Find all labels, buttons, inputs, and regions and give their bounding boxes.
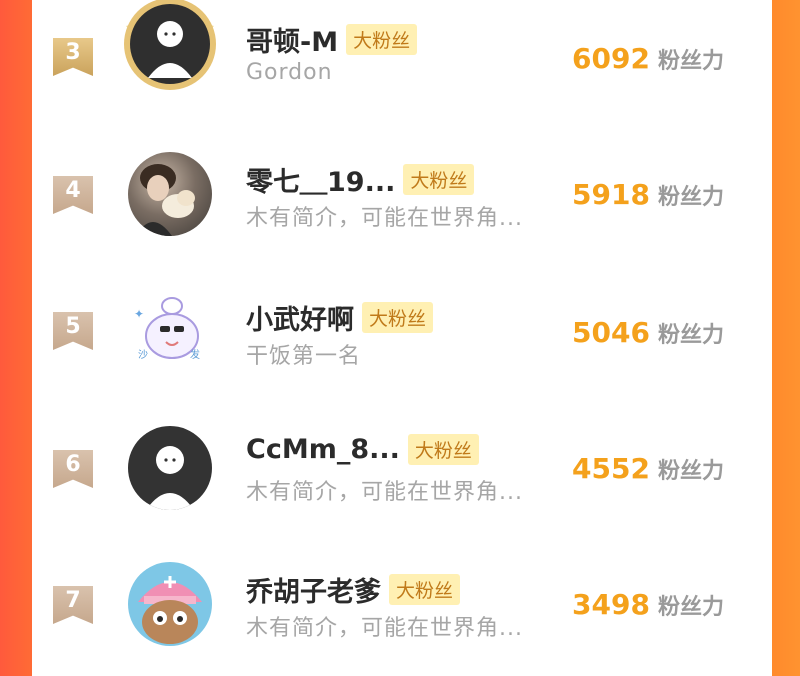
user-description: 干饭第一名	[246, 344, 362, 369]
fan-score: 5046 粉丝力	[572, 316, 724, 349]
medal-frame-icon	[124, 0, 216, 90]
default-avatar-icon	[146, 446, 194, 510]
user-description: 木有简介，可能在世界角...	[246, 206, 523, 231]
avatar[interactable]: 沙 发 ✦	[128, 288, 212, 372]
name-line: 零七＿19... 大粉丝	[246, 160, 475, 199]
rank-number: 7	[65, 588, 81, 613]
score-unit: 粉丝力	[657, 185, 724, 210]
score-unit: 粉丝力	[657, 459, 724, 484]
cartoon-avatar-icon: 沙 发 ✦	[134, 297, 200, 361]
fan-score: 4552 粉丝力	[572, 452, 724, 485]
user-name[interactable]: CcMm_8...	[246, 434, 400, 465]
chopper-avatar-icon	[138, 576, 202, 644]
leaderboard-row[interactable]: 6 CcMm_8... 大粉丝 木有简介，可能在世界角... 4552 粉丝力	[32, 404, 772, 540]
rank-ribbon: 6	[53, 450, 93, 488]
fan-level-badge: 大粉丝	[362, 302, 434, 333]
name-line: CcMm_8... 大粉丝	[246, 434, 479, 465]
user-name[interactable]: 零七＿19...	[246, 160, 395, 199]
score-unit: 粉丝力	[657, 595, 724, 620]
fan-level-badge: 大粉丝	[389, 574, 461, 605]
fan-score: 6092 粉丝力	[572, 42, 724, 75]
user-description: 木有简介，可能在世界角...	[246, 616, 523, 641]
leaderboard-row[interactable]: 4 零七＿19... 大粉丝 木有简介，可能在世界角... 5918 粉丝力	[32, 130, 772, 266]
user-description: Gordon	[246, 60, 333, 85]
user-description: 木有简介，可能在世界角...	[246, 480, 523, 505]
rank-number: 6	[65, 452, 81, 477]
score-value: 5046	[572, 316, 650, 349]
rank-ribbon: 4	[53, 176, 93, 214]
fan-leaderboard: 3 哥顿-M 大粉丝 Gordon 6092 粉丝力 4 零七＿19... 大粉…	[32, 0, 772, 646]
fan-level-badge: 大粉丝	[346, 24, 418, 55]
fan-score: 5918 粉丝力	[572, 178, 724, 211]
score-value: 3498	[572, 588, 650, 621]
fan-level-badge: 大粉丝	[403, 164, 475, 195]
score-unit: 粉丝力	[657, 49, 724, 74]
leaderboard-row[interactable]: 5 沙 发 ✦ 小武好啊 大粉丝 干饭第一名 5046 粉丝力	[32, 268, 772, 404]
score-value: 4552	[572, 452, 650, 485]
rank-number: 3	[65, 40, 81, 65]
score-value: 6092	[572, 42, 650, 75]
leaderboard-row[interactable]: 3 哥顿-M 大粉丝 Gordon 6092 粉丝力	[32, 0, 772, 130]
avatar-photo-icon	[136, 164, 195, 236]
avatar[interactable]	[128, 426, 212, 510]
fan-level-badge: 大粉丝	[407, 434, 479, 465]
rank-number: 4	[65, 178, 81, 203]
svg-text:发: 发	[190, 348, 200, 361]
leaderboard-row[interactable]: 7 乔胡子老爹 大粉丝 木有简介，可能在世界角... 3498 粉丝力	[32, 540, 772, 676]
name-line: 乔胡子老爹 大粉丝	[246, 570, 461, 609]
svg-text:✦: ✦	[134, 307, 144, 321]
fan-score: 3498 粉丝力	[572, 588, 724, 621]
score-value: 5918	[572, 178, 650, 211]
user-name[interactable]: 哥顿-M	[246, 20, 338, 59]
rank-ribbon: 5	[53, 312, 93, 350]
name-line: 小武好啊 大粉丝	[246, 298, 434, 337]
rank-ribbon: 7	[53, 586, 93, 624]
user-name[interactable]: 乔胡子老爹	[246, 570, 381, 609]
avatar[interactable]	[128, 562, 212, 646]
name-line: 哥顿-M 大粉丝	[246, 20, 418, 59]
rank-number: 5	[65, 314, 81, 339]
user-name[interactable]: 小武好啊	[246, 298, 354, 337]
svg-text:沙: 沙	[138, 349, 148, 361]
score-unit: 粉丝力	[657, 323, 724, 348]
avatar[interactable]	[128, 152, 212, 236]
rank-ribbon: 3	[53, 38, 93, 76]
